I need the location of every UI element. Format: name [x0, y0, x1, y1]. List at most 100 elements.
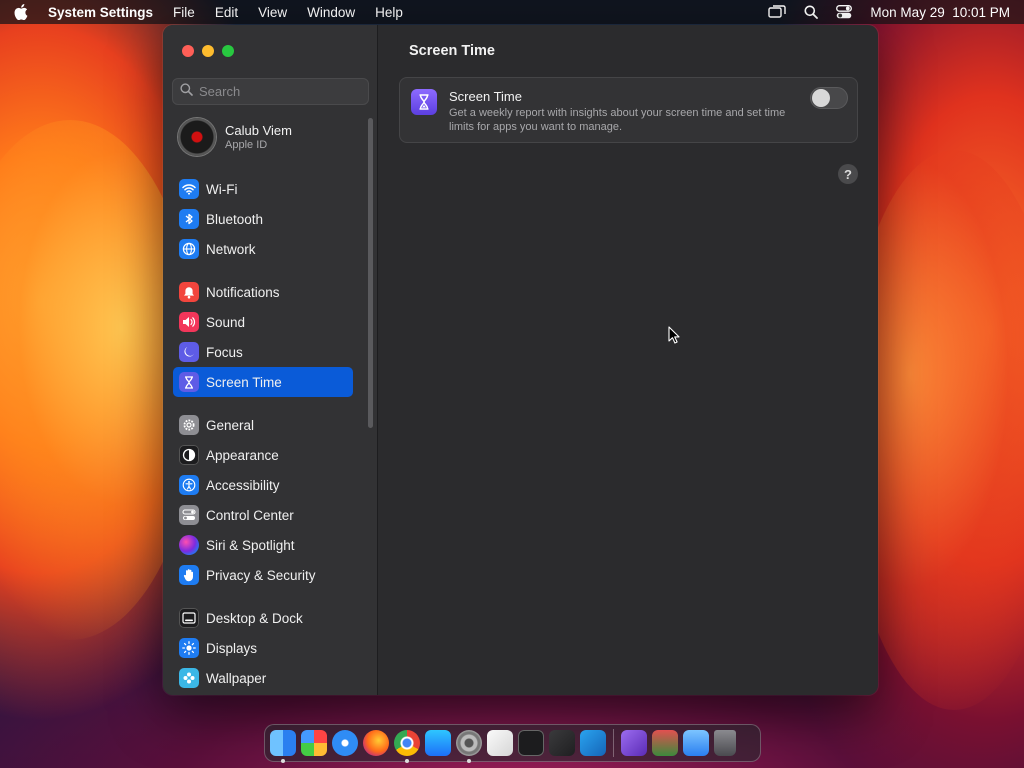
sidebar-item-sound[interactable]: Sound — [173, 307, 353, 337]
sidebar-item-label: Wallpaper — [206, 670, 267, 686]
toggle-knob — [812, 89, 830, 107]
terminal-icon[interactable] — [518, 730, 544, 756]
sidebar-item-control-center[interactable]: Control Center — [173, 500, 353, 530]
screen-mirroring-icon[interactable] — [768, 5, 787, 19]
sidebar-item-label: Sound — [206, 314, 246, 330]
safari-icon[interactable] — [332, 730, 358, 756]
close-window-button[interactable] — [182, 45, 194, 57]
menu-app-name[interactable]: System Settings — [48, 5, 153, 20]
visual-studio-icon[interactable] — [621, 730, 647, 756]
card-description: Get a weekly report with insights about … — [449, 107, 786, 133]
chrome-icon[interactable] — [394, 730, 420, 763]
bluetooth-icon — [179, 209, 199, 229]
account-name: Calub Viem — [225, 123, 292, 138]
main-content: Screen Time Screen Time Get a weekly rep… — [379, 25, 878, 695]
speaker-icon — [179, 312, 199, 332]
control-center-icon[interactable] — [836, 5, 853, 19]
wallpaper-icon — [179, 668, 199, 688]
sidebar-item-label: Appearance — [206, 447, 279, 463]
sidebar-item-accessibility[interactable]: Accessibility — [173, 470, 353, 500]
textedit-icon[interactable] — [487, 730, 513, 756]
appearance-icon — [179, 445, 199, 465]
spotlight-search-icon[interactable] — [804, 5, 819, 19]
account-subtitle: Apple ID — [225, 139, 268, 151]
menu-clock[interactable]: Mon May 29 10:01 PM — [870, 5, 1010, 20]
dock-icon — [179, 608, 199, 628]
launchpad-icon[interactable] — [301, 730, 327, 756]
dock-separator — [613, 729, 614, 757]
bell-icon — [179, 282, 199, 302]
sidebar-item-general[interactable]: General — [173, 410, 353, 440]
sidebar-item-label: Siri & Spotlight — [206, 537, 295, 553]
system-settings-window: Calub Viem Apple ID Wi-Fi Bluetooth Netw… — [163, 25, 878, 695]
sidebar-item-network[interactable]: Network — [173, 234, 353, 264]
toggles-icon — [179, 505, 199, 525]
screen-time-card: Screen Time Get a weekly report with ins… — [399, 77, 858, 143]
menu-file[interactable]: File — [173, 5, 195, 20]
sun-icon — [179, 638, 199, 658]
sidebar-item-label: Network — [206, 241, 256, 257]
finder-icon[interactable] — [270, 730, 296, 763]
sidebar-scrollbar[interactable] — [368, 118, 373, 428]
sidebar-item-screen-time[interactable]: Screen Time — [173, 367, 353, 397]
sidebar-item-label: Wi-Fi — [206, 181, 238, 197]
menu-help[interactable]: Help — [375, 5, 403, 20]
sidebar-item-label: Displays — [206, 640, 258, 656]
zoom-window-button[interactable] — [222, 45, 234, 57]
instruments-icon[interactable] — [549, 730, 575, 756]
screen-time-toggle[interactable] — [810, 87, 848, 109]
search-input[interactable] — [199, 84, 359, 99]
accessibility-icon — [179, 475, 199, 495]
sidebar-item-privacy-security[interactable]: Privacy & Security — [173, 560, 353, 590]
apple-id-account[interactable]: Calub Viem Apple ID — [178, 118, 292, 156]
menu-view[interactable]: View — [258, 5, 287, 20]
sidebar-item-displays[interactable]: Displays — [173, 633, 353, 663]
sidebar-item-label: Control Center — [206, 507, 294, 523]
search-field[interactable] — [172, 78, 369, 105]
menu-edit[interactable]: Edit — [215, 5, 238, 20]
firefox-icon[interactable] — [363, 730, 389, 756]
globe-icon — [179, 239, 199, 259]
sidebar: Calub Viem Apple ID Wi-Fi Bluetooth Netw… — [163, 25, 378, 695]
page-title: Screen Time — [409, 43, 495, 59]
avatar — [178, 118, 216, 156]
moon-icon — [179, 342, 199, 362]
search-icon — [180, 82, 193, 101]
app-store-icon[interactable] — [425, 730, 451, 756]
gear-icon — [179, 415, 199, 435]
system-settings-icon[interactable] — [456, 730, 482, 763]
sidebar-item-label: Privacy & Security — [206, 567, 316, 583]
sidebar-item-desktop-dock[interactable]: Desktop & Dock — [173, 603, 353, 633]
apple-icon[interactable] — [14, 4, 30, 20]
trash-icon[interactable] — [714, 730, 736, 756]
sidebar-item-appearance[interactable]: Appearance — [173, 440, 353, 470]
sidebar-item-label: Focus — [206, 344, 243, 360]
sidebar-item-label: Screen Time — [206, 374, 282, 390]
vscode-icon[interactable] — [580, 730, 606, 756]
simulator-icon[interactable] — [683, 730, 709, 756]
window-controls — [182, 45, 234, 57]
wifi-icon — [179, 179, 199, 199]
hourglass-icon — [179, 372, 199, 392]
help-button[interactable]: ? — [838, 164, 858, 184]
minimize-window-button[interactable] — [202, 45, 214, 57]
card-title: Screen Time — [449, 89, 522, 104]
sidebar-item-wallpaper[interactable]: Wallpaper — [173, 663, 353, 693]
sidebar-item-notifications[interactable]: Notifications — [173, 277, 353, 307]
sidebar-item-label: Desktop & Dock — [206, 610, 303, 626]
sidebar-item-label: Notifications — [206, 284, 280, 300]
sidebar-item-label: Bluetooth — [206, 211, 264, 227]
hourglass-icon — [411, 89, 437, 115]
sidebar-item-wifi[interactable]: Wi-Fi — [173, 174, 353, 204]
siri-icon — [179, 535, 199, 555]
menu-window[interactable]: Window — [307, 5, 355, 20]
mouse-cursor-icon — [668, 326, 680, 349]
menu-bar: System Settings File Edit View Window He… — [0, 0, 1024, 24]
hand-icon — [179, 565, 199, 585]
sidebar-item-label: Accessibility — [206, 477, 280, 493]
sidebar-item-bluetooth[interactable]: Bluetooth — [173, 204, 353, 234]
sidebar-item-label: General — [206, 417, 255, 433]
testflight-icon[interactable] — [652, 730, 678, 756]
sidebar-item-focus[interactable]: Focus — [173, 337, 353, 367]
sidebar-item-siri-spotlight[interactable]: Siri & Spotlight — [173, 530, 353, 560]
